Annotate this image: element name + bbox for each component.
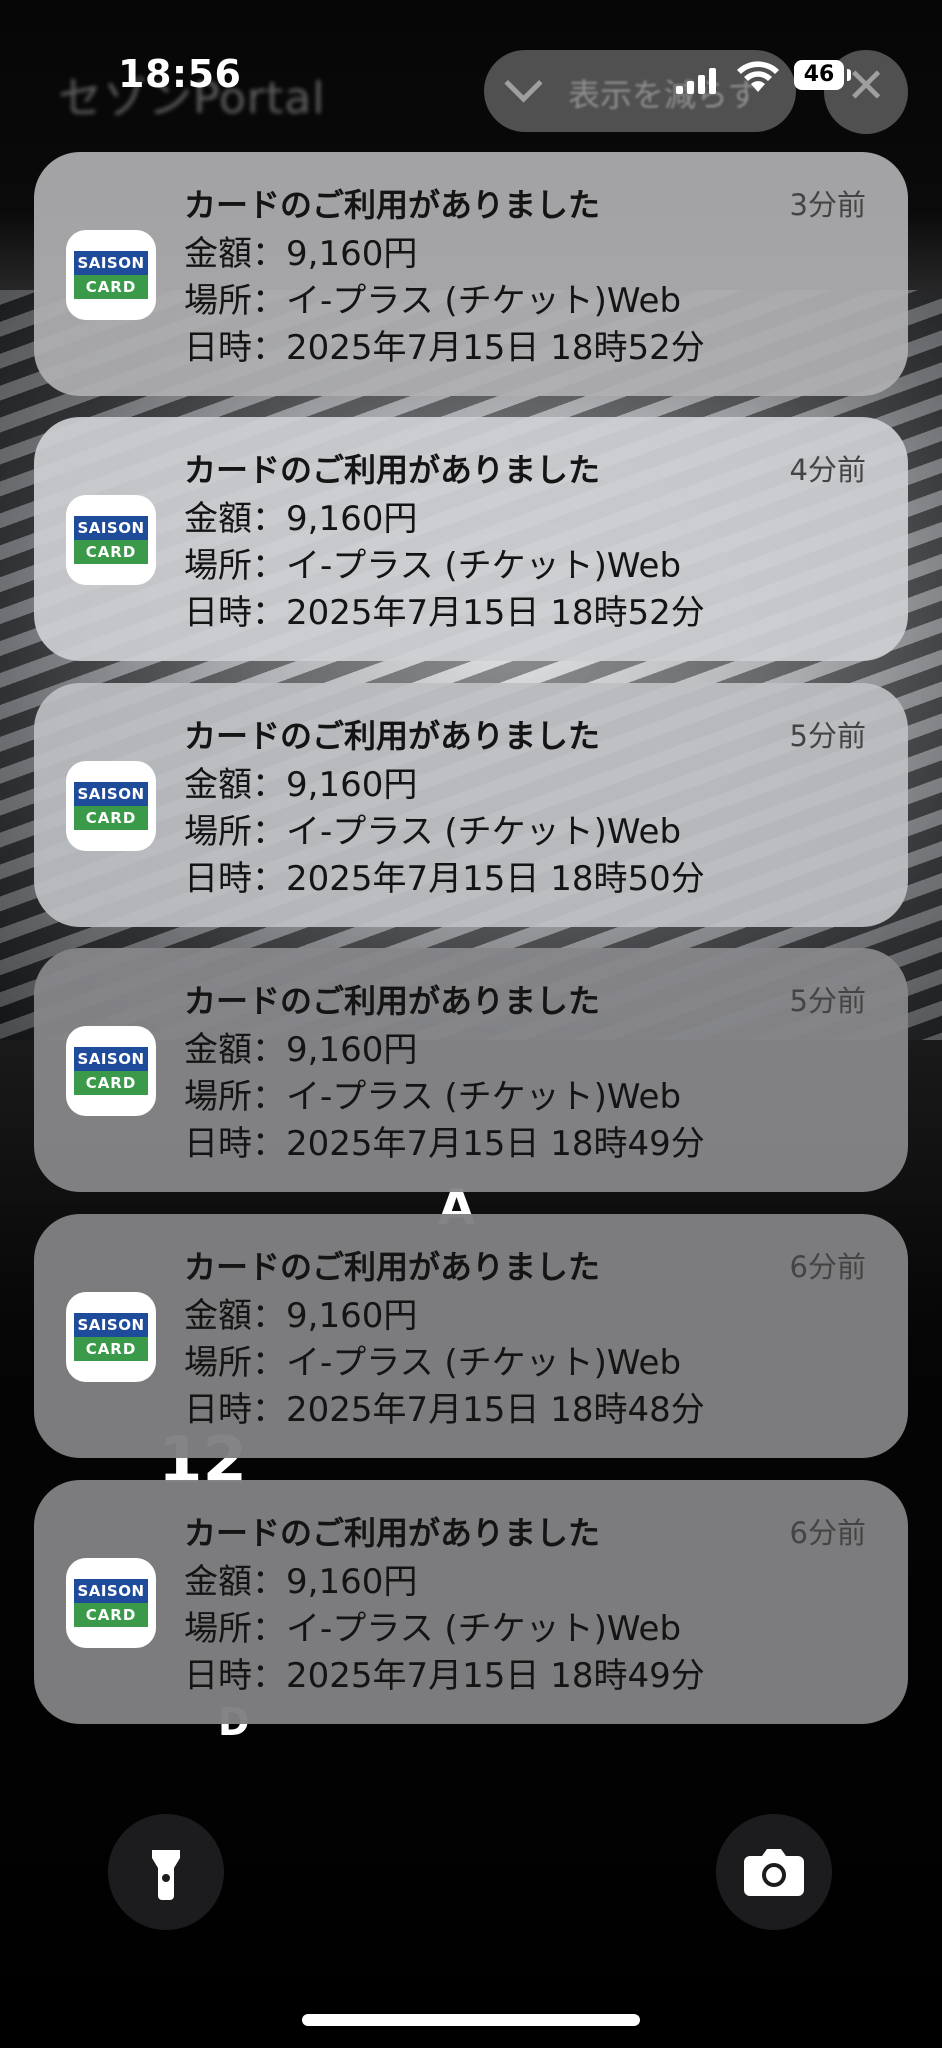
show-less-label: 表示を減らす bbox=[568, 76, 760, 114]
notification-place: 場所：イ-プラス (チケット)Web bbox=[184, 1609, 682, 1649]
notification-datetime: 日時：2025年7月15日 18時52分 bbox=[184, 593, 705, 633]
notification-age: 6分前 bbox=[789, 1516, 866, 1550]
logo-bottom-text: CARD bbox=[74, 275, 148, 299]
logo-top-text: SAISON bbox=[74, 782, 148, 806]
notification-amount: 金額：9,160円 bbox=[184, 1030, 418, 1070]
logo-top-text: SAISON bbox=[74, 516, 148, 540]
notification-card[interactable]: SAISON CARD カードのご利用がありました 6分前 金額：9,160円 … bbox=[34, 1214, 908, 1458]
saison-card-app-icon: SAISON CARD bbox=[66, 230, 156, 320]
status-time: 18:56 bbox=[118, 52, 242, 96]
camera-button[interactable] bbox=[716, 1814, 832, 1930]
notification-amount: 金額：9,160円 bbox=[184, 1562, 418, 1602]
home-indicator[interactable] bbox=[302, 2014, 640, 2026]
saison-card-app-icon: SAISON CARD bbox=[66, 495, 156, 585]
saison-card-logo: SAISON CARD bbox=[74, 1579, 148, 1627]
notification-title: カードのご利用がありました bbox=[184, 1514, 601, 1552]
saison-card-logo: SAISON CARD bbox=[74, 782, 148, 830]
saison-card-app-icon: SAISON CARD bbox=[66, 1558, 156, 1648]
notification-card[interactable]: SAISON CARD カードのご利用がありました 6分前 金額：9,160円 … bbox=[34, 1480, 908, 1724]
cellular-signal-icon bbox=[676, 68, 718, 94]
logo-bottom-text: CARD bbox=[74, 540, 148, 564]
notification-card[interactable]: SAISON CARD カードのご利用がありました 5分前 金額：9,160円 … bbox=[34, 683, 908, 927]
camera-icon bbox=[744, 1849, 804, 1896]
notification-amount: 金額：9,160円 bbox=[184, 499, 418, 539]
saison-card-logo: SAISON CARD bbox=[74, 516, 148, 564]
wifi-icon bbox=[737, 61, 779, 92]
logo-bottom-text: CARD bbox=[74, 1337, 148, 1361]
notification-datetime: 日時：2025年7月15日 18時52分 bbox=[184, 328, 705, 368]
notification-title: カードのご利用がありました bbox=[184, 717, 601, 755]
notification-title: カードのご利用がありました bbox=[184, 982, 601, 1020]
notification-datetime: 日時：2025年7月15日 18時48分 bbox=[184, 1390, 705, 1430]
logo-top-text: SAISON bbox=[74, 1579, 148, 1603]
logo-top-text: SAISON bbox=[74, 1047, 148, 1071]
notification-age: 4分前 bbox=[789, 453, 866, 487]
notification-place: 場所：イ-プラス (チケット)Web bbox=[184, 1077, 682, 1117]
logo-bottom-text: CARD bbox=[74, 1071, 148, 1095]
notification-card[interactable]: SAISON CARD カードのご利用がありました 4分前 金額：9,160円 … bbox=[34, 417, 908, 661]
battery-tip bbox=[847, 69, 851, 81]
saison-card-logo: SAISON CARD bbox=[74, 1047, 148, 1095]
notification-place: 場所：イ-プラス (チケット)Web bbox=[184, 812, 682, 852]
saison-card-app-icon: SAISON CARD bbox=[66, 761, 156, 851]
notification-title: カードのご利用がありました bbox=[184, 451, 601, 489]
saison-card-logo: SAISON CARD bbox=[74, 251, 148, 299]
notification-place: 場所：イ-プラス (チケット)Web bbox=[184, 281, 682, 321]
notification-datetime: 日時：2025年7月15日 18時49分 bbox=[184, 1656, 705, 1696]
notification-age: 5分前 bbox=[789, 719, 866, 753]
close-icon: ✕ bbox=[846, 58, 887, 114]
notification-title: カードのご利用がありました bbox=[184, 186, 601, 224]
notification-age: 5分前 bbox=[789, 984, 866, 1018]
battery-level: 46 bbox=[794, 60, 844, 90]
logo-bottom-text: CARD bbox=[74, 806, 148, 830]
notification-amount: 金額：9,160円 bbox=[184, 234, 418, 274]
saison-card-app-icon: SAISON CARD bbox=[66, 1026, 156, 1116]
logo-bottom-text: CARD bbox=[74, 1603, 148, 1627]
notification-amount: 金額：9,160円 bbox=[184, 765, 418, 805]
notification-place: 場所：イ-プラス (チケット)Web bbox=[184, 1343, 682, 1383]
notification-age: 3分前 bbox=[789, 188, 866, 222]
notification-datetime: 日時：2025年7月15日 18時50分 bbox=[184, 859, 705, 899]
saison-card-logo: SAISON CARD bbox=[74, 1313, 148, 1361]
notification-title: カードのご利用がありました bbox=[184, 1248, 601, 1286]
logo-top-text: SAISON bbox=[74, 251, 148, 275]
notification-datetime: 日時：2025年7月15日 18時49分 bbox=[184, 1124, 705, 1164]
wallpaper-stage-photo bbox=[0, 290, 942, 1050]
notification-place: 場所：イ-プラス (チケット)Web bbox=[184, 546, 682, 586]
notification-amount: 金額：9,160円 bbox=[184, 1296, 418, 1336]
logo-top-text: SAISON bbox=[74, 1313, 148, 1337]
notification-card[interactable]: SAISON CARD カードのご利用がありました 5分前 金額：9,160円 … bbox=[34, 948, 908, 1192]
flashlight-button[interactable] bbox=[108, 1814, 224, 1930]
flashlight-icon bbox=[152, 1850, 180, 1900]
saison-card-app-icon: SAISON CARD bbox=[66, 1292, 156, 1382]
notification-card[interactable]: SAISON CARD カードのご利用がありました 3分前 金額：9,160円 … bbox=[34, 152, 908, 396]
notification-age: 6分前 bbox=[789, 1250, 866, 1284]
